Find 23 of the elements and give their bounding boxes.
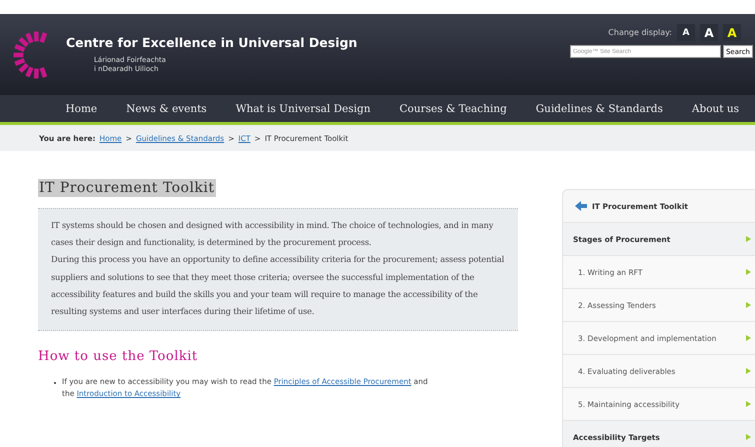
chevron-icon xyxy=(746,269,751,275)
nav-link[interactable]: Home xyxy=(66,102,98,114)
nav-link[interactable]: News & events xyxy=(126,102,207,114)
section-heading: How to use the Toolkit xyxy=(38,349,199,364)
chevron-icon xyxy=(746,335,751,341)
display-label: Change display: xyxy=(608,28,672,37)
site-title: Centre for Excellence in Universal Design xyxy=(66,35,358,50)
chevron-icon xyxy=(746,302,751,308)
nav-link[interactable]: Guidelines & Standards xyxy=(536,102,663,114)
arrow-icon xyxy=(575,201,587,211)
intro-paragraph: IT systems should be chosen and designed with accessibility in mind. The choice of technologies, and in many cases their design and functionality, is determined by the procurement process. xyxy=(51,219,494,250)
chevron-icon xyxy=(746,434,751,440)
text-size-button[interactable]: A xyxy=(723,24,741,41)
chevron-icon xyxy=(746,236,751,242)
chevron-icon xyxy=(746,401,751,407)
page-title: IT Procurement Toolkit xyxy=(38,179,216,197)
text-size-button[interactable]: A xyxy=(700,24,718,41)
nav-link[interactable]: Courses & Teaching xyxy=(400,102,507,114)
nav-link[interactable]: About us xyxy=(692,102,739,114)
nav-link[interactable]: What is Universal Design xyxy=(236,102,370,114)
text-size-button[interactable]: A xyxy=(677,24,695,41)
chevron-icon xyxy=(746,368,751,374)
intro-paragraph: During this process you have an opportunity to define accessibility criteria for the procurement; assess potential suppliers and solutions to see that they meet those criteria; oversee the successful implementation of the accessibility features and build the skills you and your team will require to manage the accessibility of the resulting systems and user interfaces during their lifetime of use. xyxy=(51,253,506,318)
